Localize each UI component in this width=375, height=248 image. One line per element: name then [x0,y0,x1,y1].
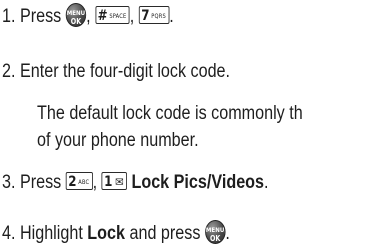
step-4-mid: and press [129,223,201,245]
step-4: 4. Highlight Lock and press MENU OK . [2,220,230,246]
step-4-option: Lock [87,223,126,245]
seven-key-icon: 7 PQRS [138,6,170,24]
pound-key-sublabel: SPACE [109,13,127,20]
step-3-number: 3. [2,172,16,193]
step-3-menu-item: Lock Pics/Videos [131,172,265,193]
period: . [169,6,174,28]
step-4-pre: Highlight [19,223,83,245]
step-1-text: Press [19,6,62,28]
seven-key-sublabel: PQRS [151,13,166,20]
period: . [264,172,269,193]
comma: , [129,6,135,28]
step-2-text: Enter the four-digit lock code. [19,61,231,82]
two-key-glyph: 2 [68,173,77,190]
step-4-number: 4. [2,223,16,245]
step-1-number: 1. [2,6,16,28]
step-2-number: 2. [2,61,16,82]
comma: , [86,6,91,28]
two-key-icon: 2 ABC [65,171,93,190]
pound-key-icon: # SPACE [95,6,130,24]
seven-key-glyph: 7 [141,8,150,24]
two-key-sublabel: ABC [78,178,90,186]
menu-ok-key-icon: MENU OK [65,3,87,27]
period: . [225,223,230,245]
step-3: 3. Press 2 ABC , 1 ✉ Lock Pics/Videos. [2,171,269,194]
step-1: 1. Press MENU OK , # SPACE , 7 PQRS . [2,3,174,29]
menu-key-top-label: MENU [205,226,225,234]
menu-key-top-label: MENU [66,9,86,17]
comma: , [92,172,98,193]
menu-key-bottom-label: OK [70,17,82,26]
step-2: 2. Enter the four-digit lock code. [2,61,230,83]
one-key-glyph: 1 [104,173,113,190]
step-3-text: Press [19,172,62,193]
pound-key-glyph: # [97,8,108,24]
menu-ok-key-icon: MENU OK [204,220,226,244]
one-key-icon: 1 ✉ [101,171,127,190]
step-2-note-line-2: of your phone number. [37,130,199,151]
envelope-icon: ✉ [115,174,124,189]
menu-key-bottom-label: OK [209,234,221,243]
step-2-note-line-1: The default lock code is commonly th [37,103,303,124]
